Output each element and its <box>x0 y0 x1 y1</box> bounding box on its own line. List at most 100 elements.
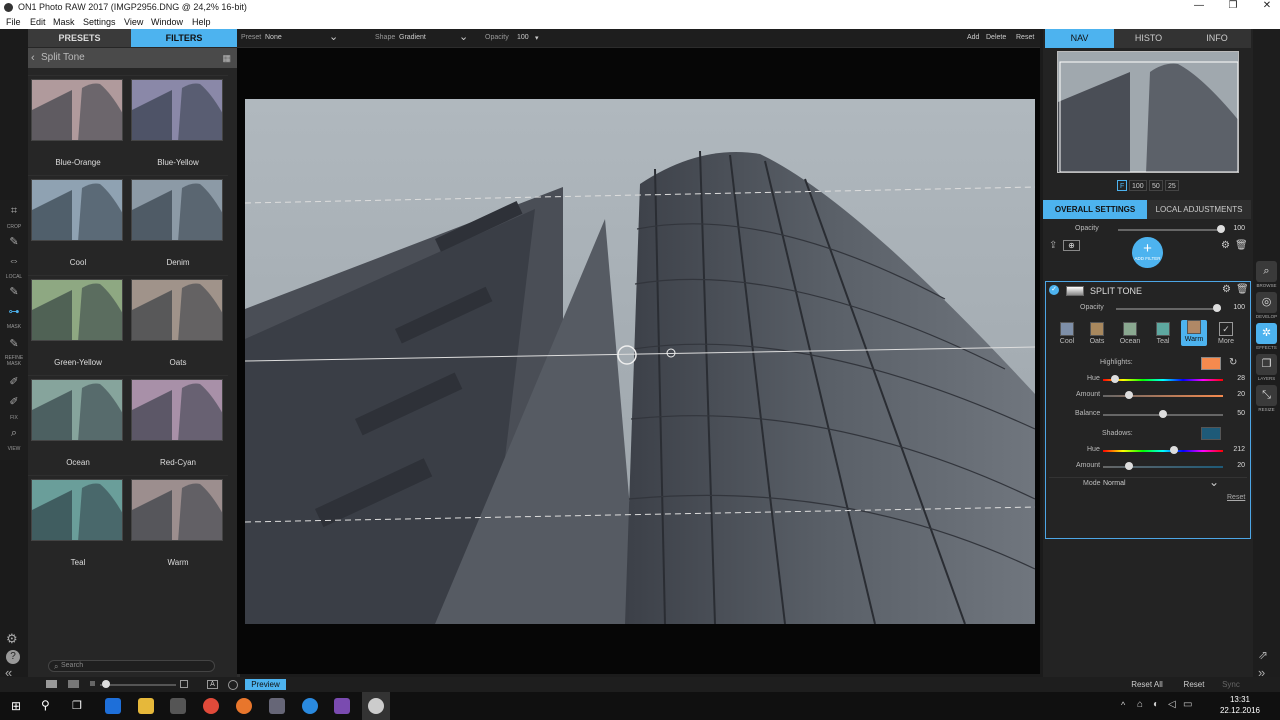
clock-time[interactable]: 13:31 <box>1212 695 1268 704</box>
add-button[interactable]: Add <box>967 34 979 41</box>
effects-icon[interactable]: ✲ <box>1256 323 1277 344</box>
on1-taskbar-button[interactable] <box>362 692 390 720</box>
preset-thumbnail[interactable]: Denim <box>128 175 228 271</box>
explorer-icon[interactable] <box>138 698 154 714</box>
menu-file[interactable]: File <box>6 17 21 27</box>
preset-thumbnail[interactable]: Blue-Yellow <box>128 75 228 171</box>
help-icon[interactable]: ? <box>6 650 20 664</box>
export-icon[interactable]: ⇪ <box>1049 240 1057 251</box>
tray-network-icon[interactable]: ⌂ <box>1137 699 1143 710</box>
chrome-icon[interactable] <box>203 698 219 714</box>
balance-handle[interactable] <box>1159 410 1167 418</box>
add-filter-button[interactable]: + ADD FILTER <box>1132 237 1163 268</box>
delete-button[interactable]: Delete <box>986 34 1006 41</box>
highlight-hue-slider[interactable] <box>1103 379 1223 381</box>
navigator-preview[interactable] <box>1057 51 1239 173</box>
preset-thumbnail[interactable]: Oats <box>128 275 228 371</box>
preset-thumbnail[interactable]: Blue-Orange <box>28 75 128 171</box>
single-view-icon[interactable] <box>46 680 57 688</box>
zoom-option[interactable]: 100 <box>1129 180 1147 191</box>
shape-select[interactable]: Gradient <box>399 34 426 41</box>
filter-opacity-slider[interactable] <box>1116 308 1221 310</box>
mask-brush-icon[interactable]: ✎ <box>4 285 24 298</box>
trash-icon[interactable]: 🗑 <box>1235 240 1248 251</box>
close-button[interactable]: ✕ <box>1250 0 1280 15</box>
menu-settings[interactable]: Settings <box>83 17 116 27</box>
opacity-value[interactable]: 100 <box>517 34 529 41</box>
layers-icon[interactable]: ❐ <box>1256 354 1277 375</box>
split-tone-preset[interactable]: ✓ More <box>1213 322 1239 345</box>
tab-histo[interactable]: HISTO <box>1114 29 1183 48</box>
develop-icon[interactable]: ◎ <box>1256 292 1277 313</box>
grid-view-icon[interactable] <box>68 680 79 688</box>
gear-icon[interactable]: ⚙ <box>1221 240 1230 251</box>
tab-presets[interactable]: PRESETS <box>28 29 131 47</box>
sync-button[interactable]: Sync <box>1214 679 1248 690</box>
search-box[interactable]: ⌕ Search <box>48 660 215 672</box>
menu-mask[interactable]: Mask <box>53 17 75 27</box>
filter-reset-link[interactable]: Reset <box>1227 494 1245 501</box>
highlight-hue-handle[interactable] <box>1111 375 1119 383</box>
app-icon-2[interactable] <box>302 698 318 714</box>
shadow-amount-handle[interactable] <box>1125 462 1133 470</box>
breadcrumb[interactable]: ‹ Split Tone ▦ <box>28 48 237 68</box>
menu-window[interactable]: Window <box>151 17 183 27</box>
tab-nav[interactable]: NAV <box>1045 29 1114 48</box>
split-tone-preset[interactable]: Ocean <box>1117 322 1143 345</box>
split-tone-preset[interactable]: Teal <box>1150 322 1176 345</box>
minimize-button[interactable]: — <box>1182 0 1216 15</box>
reset-all-button[interactable]: Reset All <box>1124 679 1170 690</box>
zoom-option[interactable]: 25 <box>1165 180 1179 191</box>
zoom-icon[interactable]: ⌕ <box>4 427 24 440</box>
highlight-amount-handle[interactable] <box>1125 391 1133 399</box>
split-tone-preset[interactable]: Oats <box>1084 322 1110 345</box>
overall-opacity-handle[interactable] <box>1217 225 1225 233</box>
keyboard-icon[interactable]: ▭ <box>1183 699 1192 710</box>
mask-gradient-icon[interactable]: ⊶ <box>4 305 24 318</box>
chevron-down-icon[interactable]: ⌄ <box>329 30 338 43</box>
tab-info[interactable]: INFO <box>1183 29 1251 48</box>
thumbnail-size-handle[interactable] <box>102 680 110 688</box>
retouch-icon[interactable]: ✐ <box>4 375 24 388</box>
opacity-dropdown-icon[interactable]: ▾ <box>535 34 539 42</box>
task-view-icon[interactable]: ❐ <box>72 699 82 712</box>
app-icon-1[interactable] <box>269 698 285 714</box>
menu-help[interactable]: Help <box>192 17 211 27</box>
filter-opacity-handle[interactable] <box>1213 304 1221 312</box>
reset-button[interactable]: Reset <box>1016 34 1034 41</box>
add-layer-icon[interactable]: ⊕ <box>1063 240 1080 251</box>
browse-icon[interactable]: ⌕ <box>1256 261 1277 282</box>
fix-icon[interactable]: ✐ <box>4 395 24 408</box>
tray-chevron-icon[interactable]: ^ <box>1121 700 1125 710</box>
highlight-amount-slider[interactable] <box>1103 395 1223 397</box>
mask-view-icon[interactable] <box>228 680 238 690</box>
shadows-color-swatch[interactable] <box>1201 427 1221 440</box>
tab-local-adjustments[interactable]: LOCAL ADJUSTMENTS <box>1147 200 1251 219</box>
filter-trash-icon[interactable]: 🗑 <box>1236 284 1249 295</box>
menu-view[interactable]: View <box>124 17 143 27</box>
tab-filters[interactable]: FILTERS <box>131 29 237 47</box>
local-gradient-icon[interactable]: ⇔ <box>4 255 24 267</box>
split-tone-preset[interactable]: Warm <box>1181 320 1207 346</box>
filter-enabled-toggle[interactable]: ✓ <box>1049 285 1059 295</box>
filter-gear-icon[interactable]: ⚙ <box>1222 284 1231 295</box>
windows-start-icon[interactable]: ⊞ <box>11 699 21 713</box>
compare-icon[interactable]: A <box>207 680 218 689</box>
back-chevron-icon[interactable]: ‹ <box>31 48 35 68</box>
zoom-option[interactable]: F <box>1117 180 1128 191</box>
photo[interactable] <box>245 99 1035 624</box>
chevron-down-icon[interactable]: ⌄ <box>1209 475 1219 489</box>
preset-thumbnail[interactable]: Warm <box>128 475 228 571</box>
tab-overall-settings[interactable]: OVERALL SETTINGS <box>1043 200 1147 219</box>
shadow-hue-slider[interactable] <box>1103 450 1223 452</box>
highlights-color-swatch[interactable] <box>1201 357 1221 370</box>
preset-thumbnail[interactable]: Teal <box>28 475 128 571</box>
maximize-button[interactable]: ❐ <box>1216 0 1250 15</box>
reset-button[interactable]: Reset <box>1176 679 1212 690</box>
preset-select[interactable]: None <box>265 34 282 41</box>
resize-icon[interactable]: ⤡ <box>1256 385 1277 406</box>
crop-icon[interactable]: ⌗ <box>4 205 24 218</box>
firefox-icon[interactable] <box>236 698 252 714</box>
search-input[interactable]: Search <box>61 662 83 669</box>
preview-button[interactable]: Preview <box>245 679 286 690</box>
